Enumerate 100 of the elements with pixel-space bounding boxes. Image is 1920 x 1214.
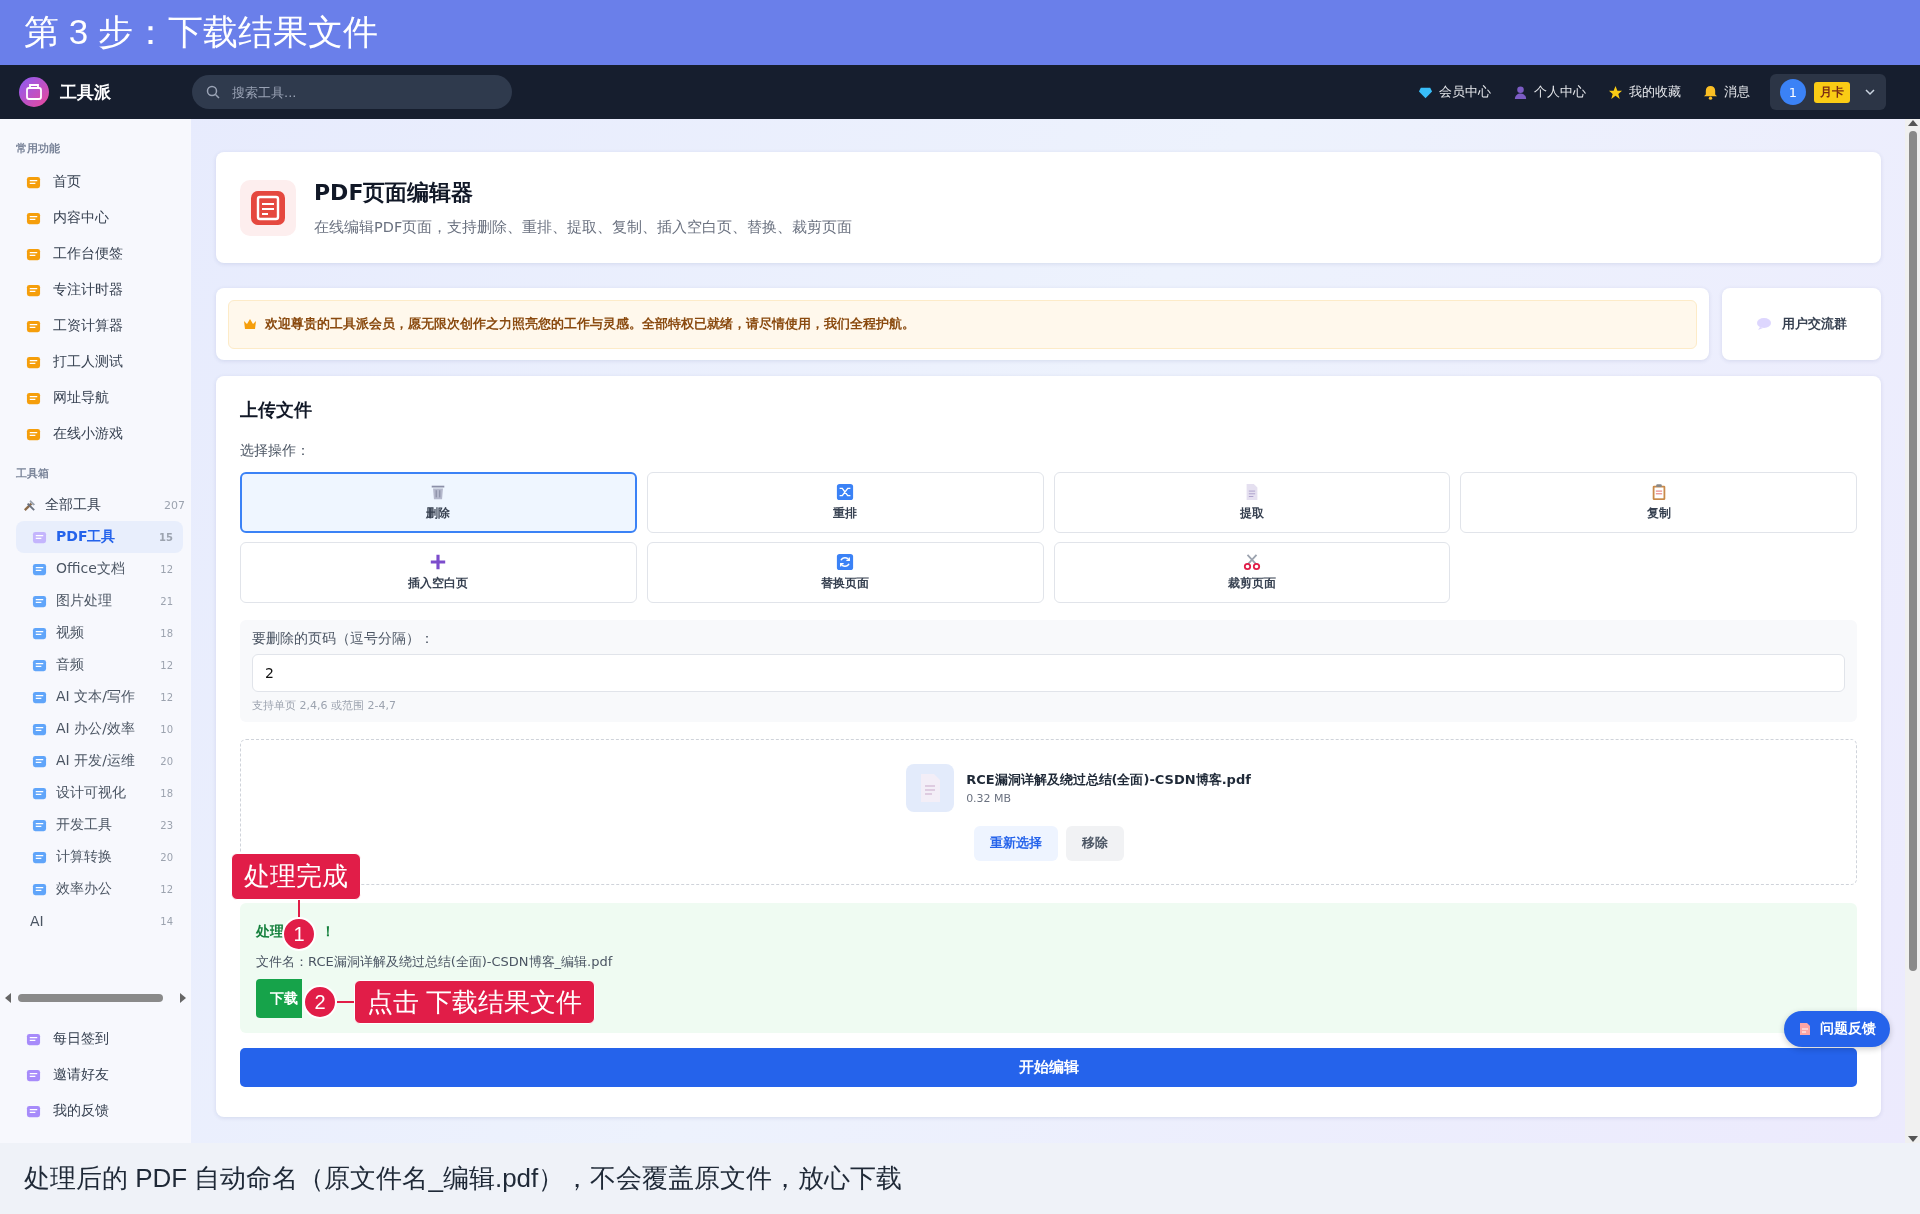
operation-option[interactable]: 删除 [240, 472, 637, 533]
page-number-field[interactable]: 2 [252, 654, 1845, 692]
sidebar-item[interactable]: 我的反馈 [0, 1093, 191, 1129]
scissors-icon [1242, 553, 1261, 571]
operation-option[interactable]: 替换页面 [646, 542, 1044, 603]
sidebar-item[interactable]: 工作台便签 [0, 236, 191, 272]
operation-option[interactable]: 提取 [1053, 472, 1451, 533]
user-menu[interactable]: 1 月卡 [1770, 74, 1886, 110]
sidebar-item[interactable]: 开发工具 23 [16, 809, 183, 841]
callout-label: 点击 下载结果文件 [354, 980, 596, 1024]
user-group-button[interactable]: 用户交流群 [1750, 314, 1853, 334]
nav-link[interactable]: 我的收藏 [1608, 83, 1681, 101]
sidebar-item[interactable]: 设计可视化 18 [16, 777, 183, 809]
tile-icon [32, 817, 47, 833]
sidebar-item[interactable]: 图片处理 21 [16, 585, 183, 617]
plus-icon [429, 553, 448, 571]
reselect-button[interactable]: 重新选择 [973, 825, 1058, 861]
page-icon [1798, 1022, 1812, 1036]
sidebar-item[interactable]: AI 14 [16, 905, 183, 937]
leader-line [298, 900, 300, 917]
vertical-scrollbar[interactable] [1905, 119, 1920, 1143]
sidebar-item[interactable]: 计算转换 20 [16, 841, 183, 873]
sidebar-item[interactable]: Office文档 12 [16, 553, 183, 585]
file-name: RCE漏洞详解及绕过总结(全面)-CSDN博客.pdf [966, 770, 1251, 789]
sidebar-item[interactable]: AI 开发/运维 20 [16, 745, 183, 777]
step-caption: 处理后的 PDF 自动命名（原文件名_编辑.pdf），不会覆盖原文件，放心下载 [24, 1162, 903, 1195]
refresh-icon [836, 553, 855, 571]
start-edit-button[interactable]: 开始编辑 [240, 1048, 1857, 1087]
user-avatar: 1 [1780, 79, 1806, 105]
shuffle-icon [836, 483, 855, 501]
result-title: 处理 [256, 922, 284, 941]
field-hint: 支持单页 2,4,6 或范围 2-4,7 [252, 698, 397, 713]
tile-icon [26, 282, 41, 298]
sidebar-item[interactable]: 全部工具 207 [0, 489, 191, 521]
file-size: 0.32 MB [966, 791, 1013, 805]
tile-icon [32, 561, 47, 577]
section-title: 工具箱 [15, 466, 50, 481]
sidebar-item[interactable]: 打工人测试 [0, 344, 191, 380]
sidebar-item[interactable]: 视频 18 [16, 617, 183, 649]
person-icon [1513, 84, 1528, 100]
tile-icon [32, 753, 47, 769]
operation-option[interactable]: 复制 [1460, 472, 1857, 533]
sidebar-item[interactable]: AI 办公/效率 10 [16, 713, 183, 745]
tile-icon [32, 881, 47, 897]
sidebar-item[interactable]: 音频 12 [16, 649, 183, 681]
document-icon [240, 179, 296, 236]
star-icon [1608, 84, 1623, 100]
remove-button[interactable]: 移除 [1065, 825, 1124, 861]
sidebar-item[interactable]: PDF工具 15 [16, 521, 183, 553]
sidebar-item[interactable]: 每日签到 [0, 1021, 191, 1057]
operation-option[interactable]: 重排 [646, 472, 1044, 533]
logo-text[interactable]: 工具派 [60, 80, 111, 104]
tile-icon [32, 689, 47, 705]
tile-icon [26, 426, 41, 442]
nav-link[interactable]: 消息 [1703, 83, 1750, 101]
sidebar-item[interactable]: 在线小游戏 [0, 416, 191, 452]
nav-link[interactable]: 个人中心 [1513, 83, 1586, 101]
tile-icon [32, 785, 47, 801]
sidebar-item[interactable]: 邀请好友 [0, 1057, 191, 1093]
crown-icon [243, 317, 257, 331]
tile-icon [26, 210, 41, 226]
section-title: 上传文件 [240, 398, 313, 422]
tile-icon [32, 849, 47, 865]
scroll-left-icon[interactable] [4, 993, 12, 1003]
tile-icon [26, 174, 41, 190]
operation-label: 选择操作： [240, 442, 311, 460]
tile-icon [32, 721, 47, 737]
operation-option[interactable]: 插入空白页 [240, 542, 637, 603]
tile-icon [26, 390, 41, 406]
tile-icon [26, 1103, 41, 1119]
bell-icon [1703, 84, 1718, 100]
tool-description: 在线编辑PDF页面，支持删除、重排、提取、复制、插入空白页、替换、裁剪页面 [314, 218, 853, 237]
welcome-text: 欢迎尊贵的工具派会员，愿无限次创作之力照亮您的工作与灵感。全部特权已就绪，请尽情使用，我们全程护航。 [265, 315, 915, 333]
sidebar-item[interactable]: 首页 [0, 164, 191, 200]
leader-line [337, 1001, 354, 1003]
sidebar-item[interactable]: 专注计时器 [0, 272, 191, 308]
tile-icon [26, 246, 41, 262]
operation-option[interactable]: 裁剪页面 [1053, 542, 1451, 603]
sidebar-item[interactable]: 内容中心 [0, 200, 191, 236]
tile-icon [26, 1067, 41, 1083]
sidebar-item[interactable]: 工资计算器 [0, 308, 191, 344]
tile-icon [26, 318, 41, 334]
logo-icon [18, 76, 50, 108]
search-field[interactable]: 搜索工具... [192, 75, 512, 109]
tools-icon [22, 497, 37, 513]
sidebar-item[interactable]: AI 文本/写作 12 [16, 681, 183, 713]
nav-link[interactable]: 会员中心 [1418, 83, 1491, 101]
feedback-button[interactable]: 问题反馈 [1784, 1011, 1890, 1047]
callout-label: 处理完成 [231, 853, 361, 900]
result-title: ！ [321, 922, 335, 941]
tool-title: PDF页面编辑器 [314, 179, 475, 207]
speech-bubble-icon [1756, 317, 1772, 331]
tile-icon [26, 1031, 41, 1047]
tile-icon [32, 657, 47, 673]
tile-icon [32, 625, 47, 641]
membership-badge: 月卡 [1814, 81, 1850, 103]
scroll-right-icon[interactable] [179, 993, 187, 1003]
sidebar-item[interactable]: 网址导航 [0, 380, 191, 416]
sidebar-item[interactable]: 效率办公 12 [16, 873, 183, 905]
horizontal-scrollbar[interactable] [4, 991, 187, 1005]
